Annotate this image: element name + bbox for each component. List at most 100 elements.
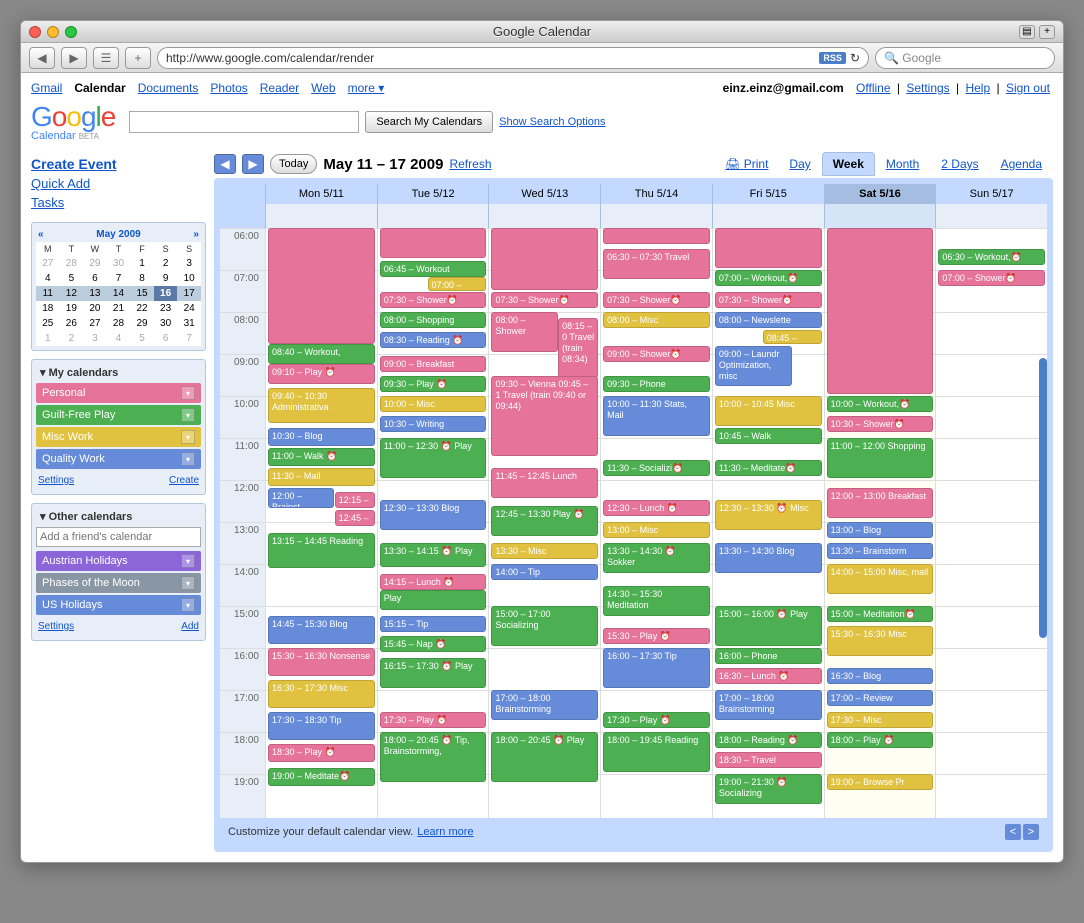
calendar-event[interactable]: 09:00 – Breakfast bbox=[380, 356, 487, 372]
nav-link-web[interactable]: Web bbox=[311, 81, 335, 95]
calendar-event[interactable]: 15:00 – Meditation⏰ bbox=[827, 606, 934, 622]
mini-day[interactable]: 21 bbox=[107, 301, 131, 316]
nav-help[interactable]: Help bbox=[965, 81, 990, 95]
calendar-menu-icon[interactable]: ▾ bbox=[181, 452, 195, 466]
prev-month[interactable]: « bbox=[38, 229, 44, 240]
day-column[interactable]: 08:40 – Workout,09:10 – Play ⏰09:40 – 10… bbox=[265, 228, 377, 818]
calendar-event[interactable]: 13:00 – Blog bbox=[827, 522, 934, 538]
close-icon[interactable] bbox=[29, 26, 41, 38]
mini-day[interactable]: 28 bbox=[107, 316, 131, 331]
calendar-event[interactable]: 19:00 – 21:30 ⏰ Socializing bbox=[715, 774, 822, 804]
calendar-quality-work[interactable]: Quality Work▾ bbox=[36, 449, 201, 469]
calendar-personal[interactable]: Personal▾ bbox=[36, 383, 201, 403]
mini-day[interactable]: 6 bbox=[154, 331, 178, 346]
minimize-icon[interactable] bbox=[47, 26, 59, 38]
calendar-event[interactable]: 16:00 – 17:30 Tip bbox=[603, 648, 710, 688]
mini-day[interactable]: 30 bbox=[107, 256, 131, 271]
mycals-create[interactable]: Create bbox=[169, 475, 199, 486]
calendar-event[interactable]: 07:00 – Workout,⏰ bbox=[715, 270, 822, 286]
mini-day[interactable]: 7 bbox=[107, 271, 131, 286]
calendar-event[interactable]: 18:30 – Travel bbox=[715, 752, 822, 768]
calendar-event[interactable]: 09:30 – Play ⏰ bbox=[380, 376, 487, 392]
calendar-menu-icon[interactable]: ▾ bbox=[181, 598, 195, 612]
add-bookmark[interactable]: + bbox=[125, 47, 151, 69]
calendar-event[interactable]: 12:45 – 13:30 Play ⏰ bbox=[491, 506, 598, 536]
othercals-settings[interactable]: Settings bbox=[38, 621, 74, 632]
mini-day[interactable]: 10 bbox=[177, 271, 201, 286]
calendar-event[interactable]: 12:00 – 13:00 Breakfast bbox=[827, 488, 934, 518]
day-header[interactable]: Mon 5/11 bbox=[265, 184, 377, 204]
search-calendars-button[interactable]: Search My Calendars bbox=[365, 111, 493, 133]
calendar-event[interactable]: 18:30 – Play ⏰ bbox=[268, 744, 375, 762]
calendar-event[interactable]: 15:00 – 16:00 ⏰ Play bbox=[715, 606, 822, 646]
next-month[interactable]: » bbox=[193, 229, 199, 240]
add-tab-button[interactable]: + bbox=[1039, 25, 1055, 39]
mini-day[interactable]: 9 bbox=[154, 271, 178, 286]
calendar-event[interactable]: 12:30 – 13:30 Blog bbox=[380, 500, 487, 530]
calendar-event[interactable]: 08:00 – Misc bbox=[603, 312, 710, 328]
search-bar[interactable]: 🔍 Google bbox=[875, 47, 1055, 69]
calendar-event[interactable]: 08:45 – bbox=[763, 330, 822, 344]
mini-day[interactable]: 31 bbox=[177, 316, 201, 331]
nav-offline[interactable]: Offline bbox=[856, 81, 890, 95]
prev-week-button[interactable]: ◀ bbox=[214, 154, 236, 174]
calendar-event[interactable]: 15:00 – 17:00 Socializing bbox=[491, 606, 598, 646]
calendar-event[interactable]: 13:00 – Misc bbox=[603, 522, 710, 538]
calendar-event[interactable]: 16:00 – Phone bbox=[715, 648, 822, 664]
calendar-event[interactable]: 13:30 – 14:30 Blog bbox=[715, 543, 822, 573]
back-button[interactable]: ◀ bbox=[29, 47, 55, 69]
nav-link-gmail[interactable]: Gmail bbox=[31, 81, 62, 95]
calendar-event[interactable]: 18:00 – Play ⏰ bbox=[827, 732, 934, 748]
calendar-event[interactable]: 15:15 – Tip bbox=[380, 616, 487, 632]
nav-link-more ▾[interactable]: more ▾ bbox=[348, 81, 385, 95]
calendar-event[interactable]: 12:15 – bbox=[335, 492, 375, 508]
othercals-add[interactable]: Add bbox=[181, 621, 199, 632]
calendar-event[interactable]: 10:00 – 10:45 Misc bbox=[715, 396, 822, 426]
page-prev[interactable]: < bbox=[1005, 824, 1021, 840]
side-tasks[interactable]: Tasks bbox=[31, 193, 206, 212]
calendar-us-holidays[interactable]: US Holidays▾ bbox=[36, 595, 201, 615]
calendar-event[interactable]: 18:00 – Reading ⏰ bbox=[715, 732, 822, 748]
calendar-event[interactable]: 09:00 – Laundr Optimization, misc bbox=[715, 346, 793, 386]
show-search-options[interactable]: Show Search Options bbox=[499, 116, 605, 128]
day-column[interactable]: 06:30 – Workout,⏰07:00 – Shower⏰ bbox=[935, 228, 1047, 818]
day-column[interactable]: 06:45 – Workout07:00 –07:30 – Shower⏰08:… bbox=[377, 228, 489, 818]
calendar-event[interactable]: 08:00 – Newslette bbox=[715, 312, 822, 328]
mini-day[interactable]: 8 bbox=[130, 271, 154, 286]
mini-day[interactable]: 27 bbox=[83, 316, 107, 331]
mini-day[interactable]: 12 bbox=[60, 286, 84, 301]
calendar-event[interactable]: 14:15 – Lunch ⏰ bbox=[380, 574, 487, 590]
calendar-event[interactable]: 13:30 – 14:30 ⏰ Sokker bbox=[603, 543, 710, 573]
calendar-event[interactable]: 07:00 – bbox=[428, 277, 487, 291]
view-tab-month[interactable]: Month bbox=[875, 152, 930, 175]
calendar-menu-icon[interactable]: ▾ bbox=[181, 576, 195, 590]
calendar-event[interactable]: 09:00 – Shower⏰ bbox=[603, 346, 710, 362]
mini-day[interactable]: 14 bbox=[107, 286, 131, 301]
calendar-event[interactable]: 08:15 – 0 Travel (train 08:34) bbox=[558, 318, 598, 378]
calendar-event[interactable]: 14:00 – 15:00 Misc, mail bbox=[827, 564, 934, 594]
calendar-event[interactable]: 16:30 – Lunch ⏰ bbox=[715, 668, 822, 684]
add-friend-input[interactable] bbox=[36, 527, 201, 547]
calendar-event[interactable]: 11:00 – 12:30 ⏰ Play bbox=[380, 438, 487, 478]
calendar-event[interactable]: 19:00 – Meditate⏰ bbox=[268, 768, 375, 786]
calendar-search-input[interactable] bbox=[129, 111, 359, 133]
nav-link-photos[interactable]: Photos bbox=[210, 81, 247, 95]
zoom-icon[interactable] bbox=[65, 26, 77, 38]
learn-more-link[interactable]: Learn more bbox=[417, 826, 473, 838]
calendar-event[interactable]: 17:30 – Play ⏰ bbox=[380, 712, 487, 728]
mini-day[interactable]: 2 bbox=[154, 256, 178, 271]
today-button[interactable]: Today bbox=[270, 154, 317, 174]
mycals-settings[interactable]: Settings bbox=[38, 475, 74, 486]
calendar-event[interactable]: 17:00 – 18:00 Brainstorming bbox=[715, 690, 822, 720]
calendar-event[interactable]: 18:00 – 19:45 Reading bbox=[603, 732, 710, 772]
calendar-event[interactable]: 07:30 – Shower⏰ bbox=[491, 292, 598, 308]
calendar-austrian-holidays[interactable]: Austrian Holidays▾ bbox=[36, 551, 201, 571]
calendar-event[interactable]: 15:30 – 16:30 Misc bbox=[827, 626, 934, 656]
calendar-event[interactable]: 08:30 – Reading ⏰ bbox=[380, 332, 487, 348]
calendar-event[interactable] bbox=[491, 228, 598, 290]
day-header[interactable]: Wed 5/13 bbox=[488, 184, 600, 204]
calendar-event[interactable]: 08:00 – Shopping bbox=[380, 312, 487, 328]
calendar-event[interactable]: 15:45 – Nap ⏰ bbox=[380, 636, 487, 652]
mini-day[interactable]: 1 bbox=[130, 256, 154, 271]
calendar-event[interactable]: 06:45 – Workout bbox=[380, 261, 487, 277]
